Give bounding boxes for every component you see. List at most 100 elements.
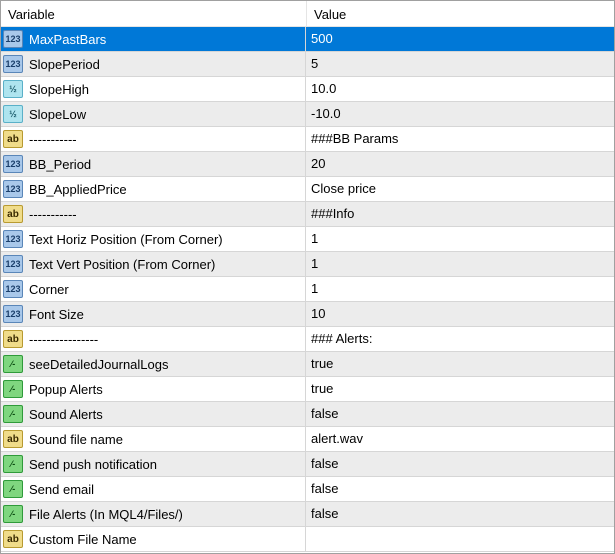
value-cell[interactable]: ###Info — [306, 202, 614, 226]
boolean-type-icon: ⁄- — [3, 455, 23, 473]
table-row[interactable]: ab ----------- ###Info — [1, 202, 614, 227]
value-cell[interactable]: false — [306, 452, 614, 476]
variable-cell[interactable]: 123 Text Vert Position (From Corner) — [1, 252, 306, 276]
integer-type-icon: 123 — [3, 230, 23, 248]
value-cell[interactable]: -10.0 — [306, 102, 614, 126]
value-cell[interactable]: false — [306, 477, 614, 501]
integer-type-icon: 123 — [3, 255, 23, 273]
variable-cell[interactable]: ab Sound file name — [1, 427, 306, 451]
variable-cell[interactable]: 123 BB_Period — [1, 152, 306, 176]
string-type-icon: ab — [3, 430, 23, 448]
value-cell[interactable]: alert.wav — [306, 427, 614, 451]
table-row[interactable]: 123 Corner 1 — [1, 277, 614, 302]
table-row[interactable]: ab ---------------- ### Alerts: — [1, 327, 614, 352]
boolean-type-icon: ⁄- — [3, 480, 23, 498]
value-cell[interactable]: false — [306, 502, 614, 526]
value-cell[interactable]: 20 — [306, 152, 614, 176]
table-row[interactable]: ab Custom File Name — [1, 527, 614, 552]
variable-cell[interactable]: ab ----------- — [1, 127, 306, 151]
variable-name: BB_AppliedPrice — [29, 181, 127, 197]
value-cell[interactable] — [306, 527, 614, 551]
string-type-icon: ab — [3, 530, 23, 548]
table-row[interactable]: 123 Font Size 10 — [1, 302, 614, 327]
variable-name: Sound Alerts — [29, 406, 103, 422]
grid-header: Variable Value — [1, 1, 614, 27]
table-row[interactable]: 123 BB_Period 20 — [1, 152, 614, 177]
variable-cell[interactable]: ⁄- Send push notification — [1, 452, 306, 476]
value-cell[interactable]: ###BB Params — [306, 127, 614, 151]
variable-cell[interactable]: ⁄- Send email — [1, 477, 306, 501]
variable-name: Corner — [29, 281, 69, 297]
string-type-icon: ab — [3, 330, 23, 348]
table-row[interactable]: ab Sound file name alert.wav — [1, 427, 614, 452]
variable-cell[interactable]: ½ SlopeLow — [1, 102, 306, 126]
variable-cell[interactable]: ab ----------- — [1, 202, 306, 226]
value-cell[interactable]: false — [306, 402, 614, 426]
value-cell[interactable]: 500 — [306, 27, 614, 51]
variable-name: Text Horiz Position (From Corner) — [29, 231, 223, 247]
table-row[interactable]: ½ SlopeLow -10.0 — [1, 102, 614, 127]
variable-name: SlopeHigh — [29, 81, 89, 97]
variable-name: ---------------- — [29, 331, 99, 347]
table-row[interactable]: ⁄- Popup Alerts true — [1, 377, 614, 402]
variable-name: Popup Alerts — [29, 381, 103, 397]
table-row[interactable]: ⁄- Sound Alerts false — [1, 402, 614, 427]
variable-name: BB_Period — [29, 156, 92, 172]
variable-cell[interactable]: ⁄- Popup Alerts — [1, 377, 306, 401]
variable-cell[interactable]: ab Custom File Name — [1, 527, 306, 551]
integer-type-icon: 123 — [3, 180, 23, 198]
boolean-type-icon: ⁄- — [3, 405, 23, 423]
boolean-type-icon: ⁄- — [3, 355, 23, 373]
variable-cell[interactable]: ½ SlopeHigh — [1, 77, 306, 101]
variable-name: Font Size — [29, 306, 84, 322]
variable-cell[interactable]: ab ---------------- — [1, 327, 306, 351]
variable-name: SlopeLow — [29, 106, 87, 122]
variable-name: MaxPastBars — [29, 31, 107, 47]
variable-cell[interactable]: ⁄- File Alerts (In MQL4/Files/) — [1, 502, 306, 526]
table-row[interactable]: 123 Text Vert Position (From Corner) 1 — [1, 252, 614, 277]
column-header-variable[interactable]: Variable — [1, 1, 307, 26]
value-cell[interactable]: true — [306, 352, 614, 376]
table-row[interactable]: ⁄- Send email false — [1, 477, 614, 502]
variable-name: Sound file name — [29, 431, 123, 447]
string-type-icon: ab — [3, 130, 23, 148]
table-row[interactable]: ⁄- File Alerts (In MQL4/Files/) false — [1, 502, 614, 527]
value-cell[interactable]: 1 — [306, 227, 614, 251]
variable-cell[interactable]: 123 SlopePeriod — [1, 52, 306, 76]
value-cell[interactable]: true — [306, 377, 614, 401]
table-row[interactable]: 123 BB_AppliedPrice Close price — [1, 177, 614, 202]
table-row[interactable]: 123 Text Horiz Position (From Corner) 1 — [1, 227, 614, 252]
value-cell[interactable]: 1 — [306, 277, 614, 301]
table-row[interactable]: ab ----------- ###BB Params — [1, 127, 614, 152]
variable-cell[interactable]: 123 Font Size — [1, 302, 306, 326]
variable-cell[interactable]: 123 MaxPastBars — [1, 27, 306, 51]
variable-cell[interactable]: ⁄- Sound Alerts — [1, 402, 306, 426]
variable-cell[interactable]: 123 Text Horiz Position (From Corner) — [1, 227, 306, 251]
value-cell[interactable]: 10.0 — [306, 77, 614, 101]
value-cell[interactable]: ### Alerts: — [306, 327, 614, 351]
integer-type-icon: 123 — [3, 305, 23, 323]
integer-type-icon: 123 — [3, 155, 23, 173]
inputs-grid: Variable Value 123 MaxPastBars 500 123 Slope… — [0, 0, 615, 554]
boolean-type-icon: ⁄- — [3, 505, 23, 523]
table-row[interactable]: 123 SlopePeriod 5 — [1, 52, 614, 77]
value-cell[interactable]: Close price — [306, 177, 614, 201]
variable-name: seeDetailedJournalLogs — [29, 356, 169, 372]
variable-cell[interactable]: 123 Corner — [1, 277, 306, 301]
table-row[interactable]: ½ SlopeHigh 10.0 — [1, 77, 614, 102]
string-type-icon: ab — [3, 205, 23, 223]
table-row[interactable]: 123 MaxPastBars 500 — [1, 27, 614, 52]
table-row[interactable]: ⁄- seeDetailedJournalLogs true — [1, 352, 614, 377]
variable-cell[interactable]: ⁄- seeDetailedJournalLogs — [1, 352, 306, 376]
integer-type-icon: 123 — [3, 30, 23, 48]
variable-name: SlopePeriod — [29, 56, 100, 72]
value-cell[interactable]: 1 — [306, 252, 614, 276]
integer-type-icon: 123 — [3, 280, 23, 298]
value-cell[interactable]: 5 — [306, 52, 614, 76]
variable-name: Custom File Name — [29, 531, 137, 547]
column-header-value[interactable]: Value — [307, 1, 346, 26]
table-row[interactable]: ⁄- Send push notification false — [1, 452, 614, 477]
variable-cell[interactable]: 123 BB_AppliedPrice — [1, 177, 306, 201]
variable-name: Text Vert Position (From Corner) — [29, 256, 216, 272]
value-cell[interactable]: 10 — [306, 302, 614, 326]
